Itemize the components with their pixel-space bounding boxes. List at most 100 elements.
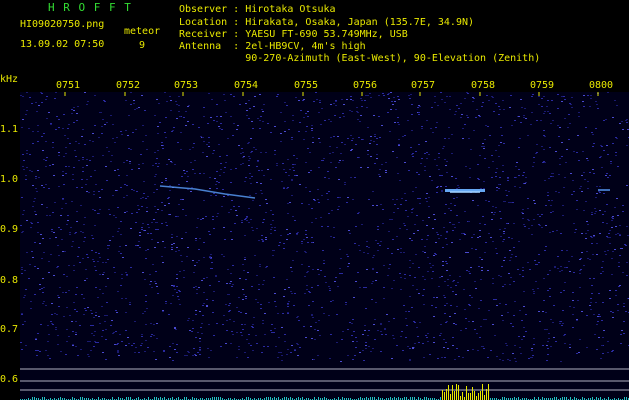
noise-pixel: [454, 114, 456, 115]
noise-pixel: [91, 250, 93, 251]
noise-pixel: [93, 346, 95, 347]
noise-pixel: [307, 116, 309, 117]
noise-pixel: [431, 107, 433, 108]
noise-pixel: [286, 279, 288, 280]
noise-pixel: [451, 134, 453, 135]
noise-pixel: [567, 127, 569, 128]
noise-pixel: [283, 188, 285, 189]
x-tick-label: 0754: [234, 80, 259, 91]
noise-pixel: [586, 221, 588, 222]
noise-pixel: [569, 271, 571, 272]
noise-pixel: [487, 270, 489, 271]
noise-pixel: [598, 191, 600, 192]
noise-pixel: [22, 154, 24, 155]
noise-pixel: [550, 205, 552, 206]
noise-pixel: [555, 151, 557, 152]
noise-pixel: [532, 289, 534, 290]
noise-pixel: [469, 273, 471, 274]
noise-pixel: [396, 236, 398, 237]
noise-pixel: [512, 326, 514, 327]
noise-pixel: [611, 220, 613, 221]
noise-pixel: [372, 281, 374, 282]
noise-pixel: [448, 127, 450, 128]
noise-pixel: [215, 195, 217, 196]
noise-pixel: [495, 248, 497, 249]
noise-pixel: [476, 109, 478, 110]
noise-pixel: [312, 301, 314, 302]
noise-pixel: [397, 249, 399, 250]
noise-pixel: [551, 100, 553, 101]
noise-pixel: [249, 178, 251, 179]
noise-pixel: [265, 267, 267, 268]
noise-pixel: [469, 168, 471, 169]
noise-pixel: [626, 145, 628, 146]
noise-pixel: [263, 280, 265, 281]
noise-pixel: [187, 106, 189, 107]
noise-pixel: [277, 313, 279, 314]
noise-pixel: [544, 329, 546, 330]
noise-pixel: [188, 352, 190, 353]
noise-pixel: [39, 284, 41, 285]
noise-pixel: [578, 160, 580, 161]
noise-pixel: [270, 233, 272, 234]
noise-pixel: [265, 239, 267, 240]
noise-pixel: [349, 110, 351, 111]
noise-pixel: [480, 279, 482, 280]
noise-pixel: [581, 191, 583, 192]
noise-pixel: [592, 169, 594, 170]
noise-pixel: [141, 229, 143, 230]
noise-pixel: [337, 197, 339, 198]
noise-pixel: [412, 156, 414, 157]
spectrogram: [20, 92, 629, 400]
noise-pixel: [105, 166, 107, 167]
noise-pixel: [422, 220, 424, 221]
noise-pixel: [125, 330, 127, 331]
noise-pixel: [416, 172, 418, 173]
noise-pixel: [597, 108, 599, 109]
noise-pixel: [418, 105, 420, 106]
noise-pixel: [58, 306, 60, 307]
noise-pixel: [504, 257, 506, 258]
noise-pixel: [415, 151, 417, 152]
noise-pixel: [404, 135, 406, 136]
noise-pixel: [550, 346, 552, 347]
noise-pixel: [428, 197, 430, 198]
noise-pixel: [50, 124, 52, 125]
noise-pixel: [286, 105, 288, 106]
noise-pixel: [351, 335, 353, 336]
noise-pixel: [484, 139, 486, 140]
noise-pixel: [405, 200, 407, 201]
noise-pixel: [42, 238, 44, 239]
noise-pixel: [186, 181, 188, 182]
noise-pixel: [542, 345, 544, 346]
noise-pixel: [522, 267, 524, 268]
noise-pixel: [418, 114, 420, 115]
noise-pixel: [175, 216, 177, 217]
noise-pixel: [210, 268, 212, 269]
noise-pixel: [203, 278, 205, 279]
noise-pixel: [519, 274, 521, 275]
noise-pixel: [348, 263, 350, 264]
noise-pixel: [190, 191, 192, 192]
noise-pixel: [530, 124, 532, 125]
noise-pixel: [559, 158, 561, 159]
noise-pixel: [176, 292, 178, 293]
noise-pixel: [165, 301, 167, 302]
noise-pixel: [40, 324, 42, 325]
noise-pixel: [416, 327, 418, 328]
noise-pixel: [56, 314, 58, 315]
noise-pixel: [219, 156, 221, 157]
noise-pixel: [155, 222, 157, 223]
noise-pixel: [622, 129, 624, 130]
noise-pixel: [499, 211, 501, 212]
noise-pixel: [174, 289, 176, 290]
noise-pixel: [49, 358, 51, 359]
noise-pixel: [440, 333, 442, 334]
noise-pixel: [217, 213, 219, 214]
noise-pixel: [608, 233, 610, 234]
noise-pixel: [183, 277, 185, 278]
noise-pixel: [504, 284, 506, 285]
noise-pixel: [112, 124, 114, 125]
noise-pixel: [533, 293, 535, 294]
noise-pixel: [303, 326, 305, 327]
